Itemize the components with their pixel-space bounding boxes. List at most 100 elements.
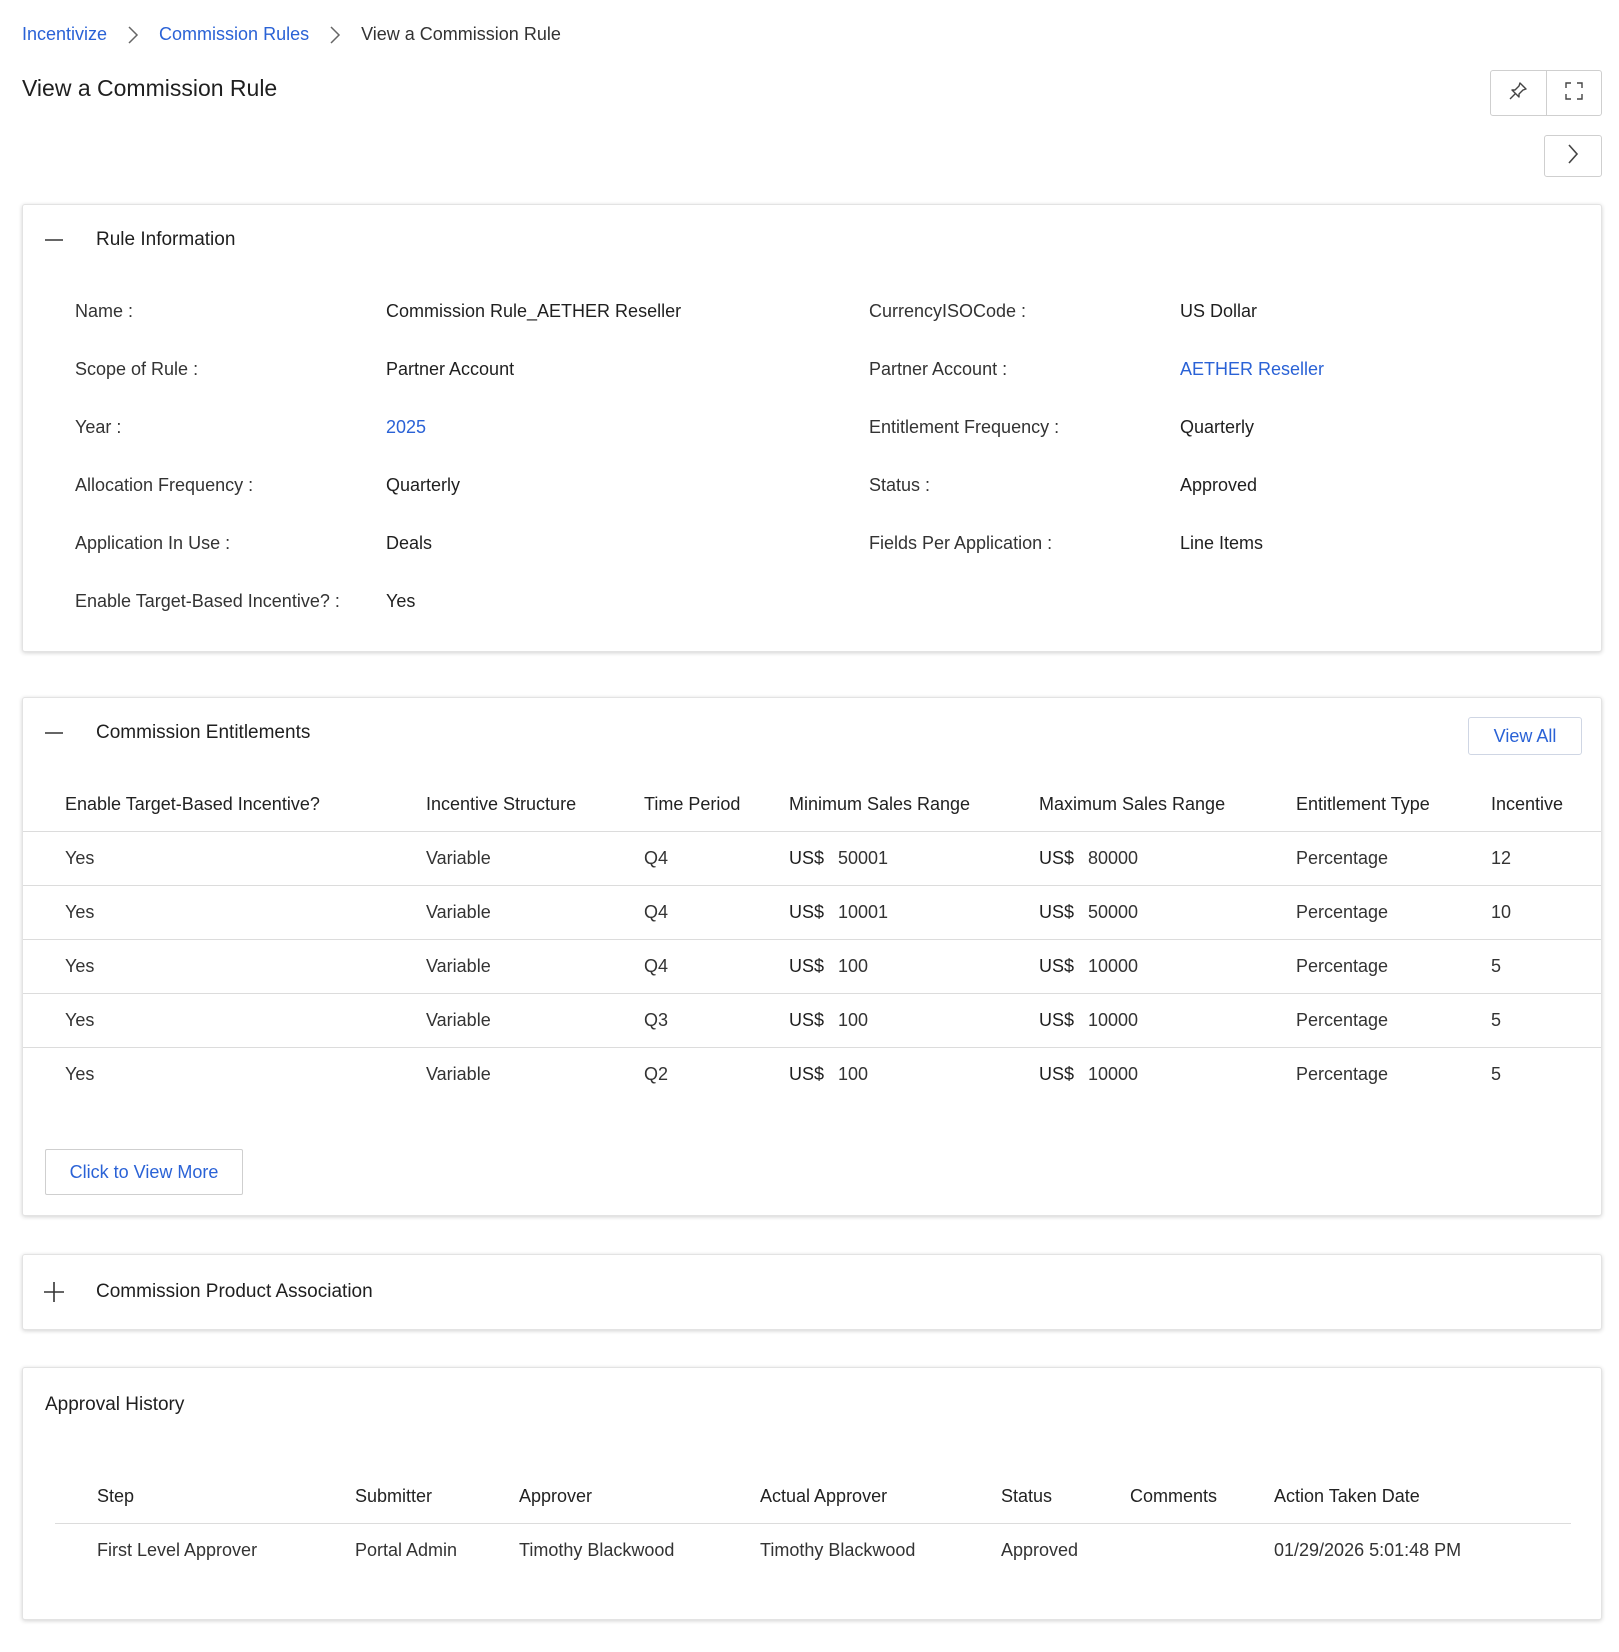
chevron-right-icon (309, 25, 361, 45)
view-tools (1490, 70, 1602, 116)
currency-prefix: US$ (1039, 902, 1075, 922)
actual-approver-cell: Timothy Blackwood (760, 1540, 916, 1560)
period-cell: Q2 (644, 1064, 669, 1084)
status-cell: Approved (1001, 1540, 1079, 1560)
product-association-card: Commission Product Association (22, 1254, 1602, 1330)
pin-icon (1507, 80, 1529, 107)
page-root: Incentivize Commission Rules View a Comm… (0, 0, 1619, 1652)
entitlements-table-header: Enable Target-Based Incentive? Incentive… (23, 776, 1601, 832)
partner-account-label: Partner Account : (869, 359, 1008, 379)
target-cell: Yes (65, 1064, 95, 1084)
target-cell: Yes (65, 848, 95, 868)
year-label: Year : (75, 417, 122, 437)
table-row: Yes Variable Q3 US$ 100 US$ 10000 Percenta… (23, 994, 1601, 1048)
status-value: Approved (1180, 475, 1258, 495)
table-row: Yes Variable Q4 US$ 100 US$ 10000 Percenta… (23, 940, 1601, 994)
status-label: Status : (869, 475, 931, 495)
min-range-value: 100 (838, 1064, 869, 1084)
collapse-icon[interactable] (43, 722, 65, 744)
view-all-button[interactable]: View All (1468, 717, 1582, 755)
type-cell: Percentage (1296, 1010, 1389, 1030)
max-range-cell: US$ 10000 (1039, 1064, 1138, 1085)
currency-value: US Dollar (1180, 301, 1258, 321)
structure-cell: Variable (426, 848, 491, 868)
approver-cell: Timothy Blackwood (519, 1540, 675, 1560)
approval-table-header: Step Submitter Approver Actual Approver … (55, 1468, 1571, 1524)
currency-prefix: US$ (789, 1010, 825, 1030)
entitlement-frequency-label: Entitlement Frequency : (869, 417, 1060, 437)
commission-entitlements-header[interactable]: Commission Entitlements (43, 722, 310, 744)
column-header: Comments (1130, 1486, 1218, 1506)
currency-prefix: US$ (1039, 1064, 1075, 1084)
fields-per-application-label: Fields Per Application : (869, 533, 1053, 553)
max-range-value: 80000 (1088, 848, 1139, 868)
period-cell: Q4 (644, 956, 669, 976)
partner-account-link[interactable]: AETHER Reseller (1180, 359, 1324, 380)
table-row: Yes Variable Q4 US$ 50001 US$ 80000 Percen… (23, 832, 1601, 886)
column-header: Entitlement Type (1296, 794, 1430, 814)
product-association-header[interactable]: Commission Product Association (43, 1281, 373, 1303)
fullscreen-button[interactable] (1545, 71, 1602, 115)
currency-label: CurrencyISOCode : (869, 301, 1027, 321)
incentive-cell: 5 (1491, 1064, 1502, 1084)
incentive-cell: 10 (1491, 902, 1512, 922)
page-title: View a Commission Rule (22, 75, 278, 101)
min-range-cell: US$ 100 (789, 956, 868, 977)
date-cell: 01/29/2026 5:01:48 PM (1274, 1540, 1462, 1560)
rule-information-header[interactable]: Rule Information (43, 229, 235, 251)
min-range-cell: US$ 100 (789, 1064, 868, 1085)
min-range-cell: US$ 100 (789, 1010, 868, 1031)
period-cell: Q4 (644, 848, 669, 868)
column-header: Submitter (355, 1486, 433, 1506)
column-header: Time Period (644, 794, 741, 814)
min-range-value: 100 (838, 956, 869, 976)
expand-plus-icon[interactable] (43, 1281, 65, 1303)
incentive-cell: 5 (1491, 956, 1502, 976)
breadcrumb-commission-rules[interactable]: Commission Rules (159, 24, 309, 45)
allocation-frequency-label: Allocation Frequency : (75, 475, 254, 495)
name-value: Commission Rule_AETHER Reseller (386, 301, 682, 321)
allocation-frequency-value: Quarterly (386, 475, 461, 495)
currency-prefix: US$ (1039, 956, 1075, 976)
currency-prefix: US$ (1039, 848, 1075, 868)
step-cell: First Level Approver (97, 1540, 258, 1560)
max-range-cell: US$ 10000 (1039, 956, 1138, 977)
application-in-use-label: Application In Use : (75, 533, 231, 553)
breadcrumb: Incentivize Commission Rules View a Comm… (22, 24, 561, 45)
column-header: Actual Approver (760, 1486, 888, 1506)
application-in-use-value: Deals (386, 533, 433, 553)
breadcrumb-incentivize[interactable]: Incentivize (22, 24, 107, 45)
max-range-cell: US$ 80000 (1039, 848, 1138, 869)
target-cell: Yes (65, 956, 95, 976)
period-cell: Q4 (644, 902, 669, 922)
incentive-cell: 5 (1491, 1010, 1502, 1030)
expand-icon (1563, 80, 1585, 107)
max-range-cell: US$ 10000 (1039, 1010, 1138, 1031)
collapse-icon[interactable] (43, 229, 65, 251)
commission-entitlements-card: Commission Entitlements View All Enable … (22, 697, 1602, 1216)
next-record-button[interactable] (1544, 135, 1602, 177)
pin-button[interactable] (1491, 71, 1546, 115)
table-row: Yes Variable Q4 US$ 10001 US$ 50000 Percen… (23, 886, 1601, 940)
click-to-view-more-button[interactable]: Click to View More (45, 1149, 243, 1195)
target-cell: Yes (65, 1010, 95, 1030)
currency-prefix: US$ (789, 956, 825, 976)
fields-per-application-value: Line Items (1180, 533, 1264, 553)
structure-cell: Variable (426, 1010, 491, 1030)
rule-information-title: Rule Information (96, 229, 236, 250)
chevron-right-icon (107, 25, 159, 45)
currency-prefix: US$ (789, 1064, 825, 1084)
currency-prefix: US$ (789, 848, 825, 868)
approval-history-title: Approval History (45, 1394, 185, 1415)
breadcrumb-current: View a Commission Rule (361, 24, 561, 44)
structure-cell: Variable (426, 956, 491, 976)
currency-prefix: US$ (1039, 1010, 1075, 1030)
scope-value: Partner Account (386, 359, 515, 379)
min-range-value: 50001 (838, 848, 889, 868)
table-row: First Level Approver Portal Admin Timoth… (55, 1524, 1571, 1580)
year-link[interactable]: 2025 (386, 417, 426, 438)
rule-information-card: Rule Information Name : Commission Rule_… (22, 204, 1602, 652)
column-header: Incentive Structure (426, 794, 577, 814)
max-range-value: 50000 (1088, 902, 1139, 922)
target-based-label: Enable Target-Based Incentive? : (75, 591, 340, 611)
